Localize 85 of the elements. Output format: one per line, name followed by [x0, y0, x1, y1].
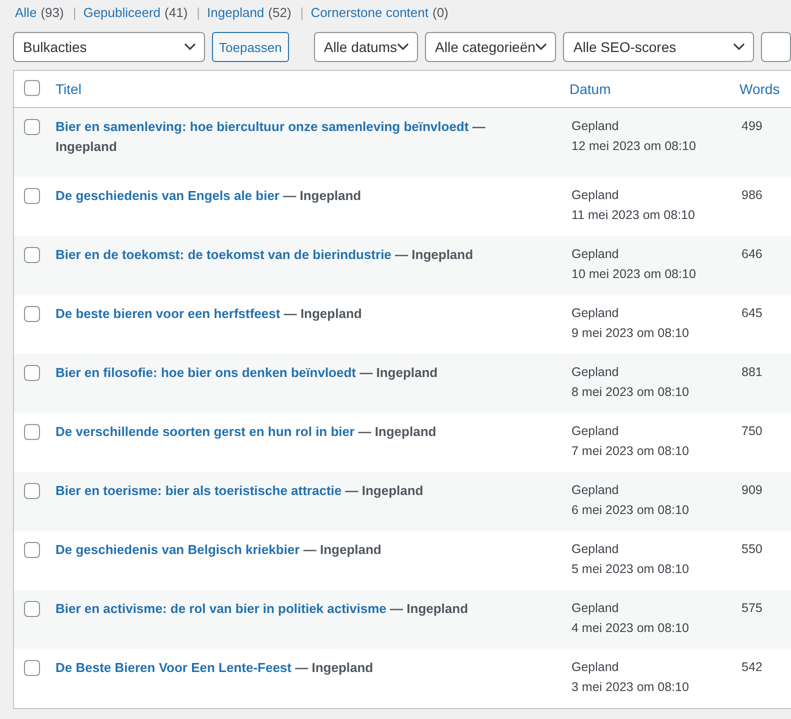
post-status: Gepland — [570, 482, 619, 499]
word-count: 550 — [740, 541, 762, 558]
word-count: 499 — [740, 118, 762, 135]
word-count: 986 — [740, 187, 762, 204]
post-link[interactable]: De beste bieren voor een herfstfeest — [56, 306, 280, 321]
column-header[interactable]: Words — [740, 81, 780, 97]
word-count: 881 — [740, 364, 762, 381]
chevron-icon — [397, 43, 410, 51]
view-link[interactable]: Cornerstone content — [310, 5, 428, 20]
post-title: Bier en toerisme: bier als toeristische attractie — Ingepland — [56, 482, 424, 500]
view-count: (41) — [164, 5, 188, 20]
filter-dropdown[interactable]: Alle SEO-scores — [563, 32, 754, 62]
row-checkbox[interactable] — [24, 424, 40, 440]
post-title: Bier en samenleving: hoe biercultuur onze samenleving beïnvloedt — Ingepland — [56, 118, 486, 156]
post-link[interactable]: Bier en de toekomst: de toekomst van de bierindustrie — [56, 247, 392, 262]
column-header[interactable]: Datum — [570, 81, 611, 97]
post-link[interactable]: De geschiedenis van Belgisch kriekbier — [56, 542, 300, 557]
word-count: 575 — [740, 600, 762, 617]
view-count: (52) — [268, 5, 292, 20]
view-link[interactable]: Gepubliceerd — [83, 5, 161, 20]
word-count: 646 — [740, 246, 762, 263]
select-all-checkbox[interactable] — [24, 80, 40, 96]
post-date: 9 mei 2023 om 08:10 — [570, 324, 689, 342]
post-date: 12 mei 2023 om 08:10 — [570, 138, 696, 154]
post-status: Gepland — [570, 659, 619, 676]
separator: | — [196, 5, 200, 20]
view-link[interactable]: Alle — [15, 5, 37, 20]
post-date: 5 mei 2023 om 08:10 — [570, 560, 689, 578]
post-date: 7 mei 2023 om 08:10 — [570, 442, 689, 460]
post-date: 10 mei 2023 om 08:10 — [570, 266, 696, 282]
post-date: 8 mei 2023 om 08:10 — [570, 384, 689, 400]
row-checkbox[interactable] — [24, 483, 40, 499]
post-status: Gepland — [570, 541, 619, 558]
row-checkbox[interactable] — [24, 188, 40, 204]
word-count: 750 — [740, 423, 762, 440]
post-status: Gepland — [570, 600, 619, 617]
chevron-icon — [732, 43, 745, 51]
dropdown-field[interactable] — [760, 32, 791, 62]
post-title: Bier en activisme: de rol van bier in politiek activisme — Ingepland — [56, 600, 470, 618]
post-link[interactable]: Bier en activisme: de rol van bier in politiek activisme — [56, 601, 386, 616]
row-checkbox[interactable] — [24, 601, 40, 617]
post-title: Bier en filosofie: hoe bier ons denken beïnvloedt — Ingepland — [56, 364, 439, 382]
post-title: De geschiedenis van Engels ale bier — Ingepland — [56, 187, 362, 205]
word-count: 542 — [740, 659, 762, 676]
post-link[interactable]: Bier en samenleving: hoe biercultuur onze samenleving beïnvloedt — [56, 119, 469, 134]
post-date: 11 mei 2023 om 08:10 — [570, 206, 695, 224]
post-link[interactable]: De Beste Bieren Voor Een Lente-Feest — [56, 660, 292, 675]
filter-dropdown[interactable]: Alle datums — [314, 32, 418, 62]
view-count: (0) — [432, 5, 448, 20]
post-title: Bier en de toekomst: de toekomst van de bierindustrie — Ingepland — [56, 246, 474, 264]
post-status: Gepland — [570, 364, 619, 381]
post-status: Gepland — [570, 423, 619, 440]
chevron-icon — [535, 43, 548, 51]
row-checkbox[interactable] — [24, 119, 40, 135]
post-title: De Beste Bieren Voor Een Lente-Feest — Ingepland — [56, 659, 374, 677]
post-title: De verschillende soorten gerst en hun rol in bier — Ingepland — [56, 423, 438, 441]
view-count: (93) — [40, 5, 64, 20]
separator: | — [300, 5, 304, 20]
row-checkbox[interactable] — [24, 365, 40, 381]
bulk-actions-dropdown[interactable]: Bulkacties — [13, 32, 205, 62]
post-link[interactable]: Bier en filosofie: hoe bier ons denken beïnvloedt — [56, 365, 356, 380]
row-checkbox[interactable] — [24, 247, 40, 263]
row-checkbox[interactable] — [24, 306, 40, 322]
post-link[interactable]: De verschillende soorten gerst en hun rol in bier — [56, 424, 355, 439]
separator: | — [72, 5, 76, 20]
post-status: Gepland — [570, 118, 619, 135]
word-count: 645 — [740, 305, 762, 322]
post-date: 3 mei 2023 om 08:10 — [570, 678, 689, 696]
row-checkbox[interactable] — [24, 542, 40, 558]
view-link[interactable]: Ingepland — [207, 5, 264, 20]
post-status: Gepland — [570, 305, 619, 322]
column-header[interactable]: Titel — [56, 81, 82, 97]
filter-dropdown[interactable]: Alle categorieën — [425, 32, 556, 62]
post-date: 4 mei 2023 om 08:10 — [570, 620, 689, 636]
post-link[interactable]: Bier en toerisme: bier als toeristische attractie — [56, 483, 342, 498]
post-title: De geschiedenis van Belgisch kriekbier — Ingepland — [56, 541, 382, 559]
post-status: Gepland — [570, 246, 619, 263]
post-link[interactable]: De geschiedenis van Engels ale bier — [56, 188, 280, 203]
word-count: 909 — [740, 482, 762, 499]
post-status: Gepland — [570, 187, 619, 204]
row-checkbox[interactable] — [24, 660, 40, 676]
apply-button[interactable]: Toepassen — [212, 32, 290, 62]
chevron-icon — [184, 43, 196, 51]
post-title: De beste bieren voor een herfstfeest — Ingepland — [56, 305, 363, 323]
post-date: 6 mei 2023 om 08:10 — [570, 502, 689, 518]
